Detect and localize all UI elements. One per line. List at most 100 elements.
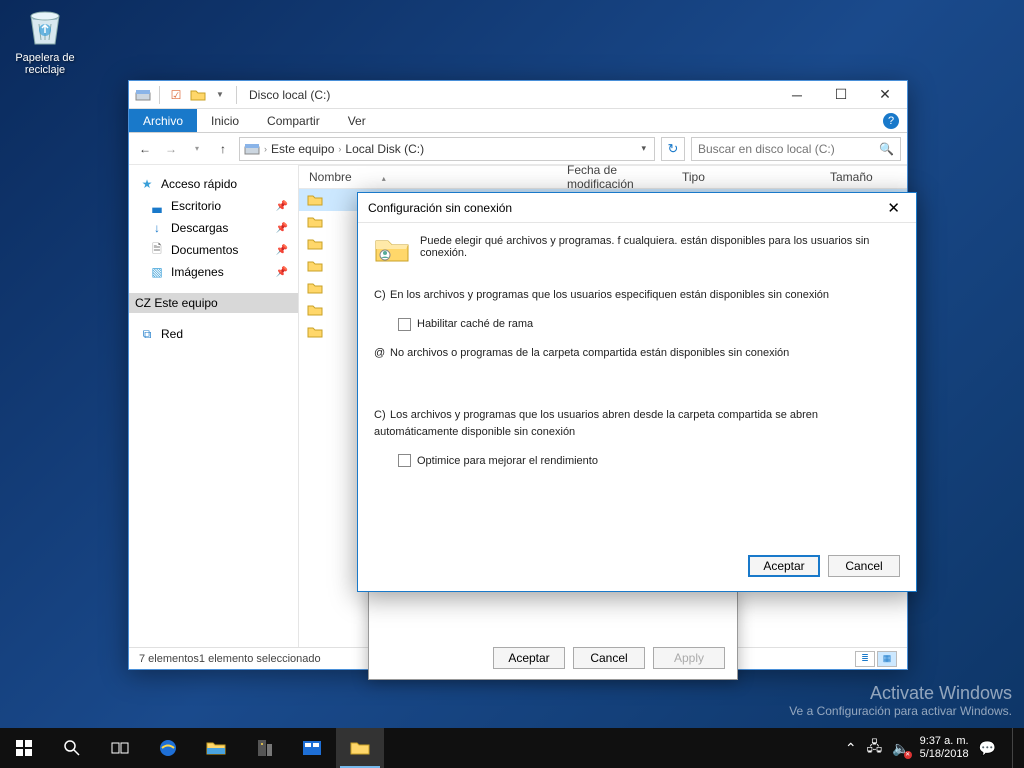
refresh-button[interactable]: ↻ [661,137,685,161]
dialog-description: Puede elegir qué archivos y programas. f… [420,235,900,259]
start-button[interactable] [0,728,48,768]
sidebar-pictures[interactable]: ▧ Imágenes 📌 [129,261,298,283]
taskbar: ⌃ 🖧 🔈✕ 9:37 a. m. 5/18/2018 💬 [0,728,1024,768]
windows-icon [16,740,32,756]
qat-folder-icon[interactable] [188,86,208,104]
close-button[interactable]: ✕ [863,81,907,109]
sidebar-quick-access[interactable]: ★ Acceso rápido [129,173,298,195]
breadcrumb-leaf[interactable]: Local Disk (C:) [341,142,428,156]
ie-icon [157,737,179,759]
download-icon: ↓ [149,220,165,236]
tab-file[interactable]: Archivo [129,109,197,132]
props-apply-button: Apply [653,647,725,669]
dialog-titlebar: Configuración sin conexión ✕ [358,193,916,223]
trash-icon [21,2,69,50]
navbar: ← → ▾ ↑ › Este equipo › Local Disk (C:) … [129,133,907,165]
system-tray: ⌃ 🖧 🔈✕ 9:37 a. m. 5/18/2018 💬 [845,728,1024,768]
col-type[interactable]: Tipo [672,170,820,184]
taskview-button[interactable] [96,728,144,768]
pin-icon: 📌 [276,201,288,212]
breadcrumb-root[interactable]: Este equipo [267,142,338,156]
taskbar-server[interactable] [240,728,288,768]
document-icon: 🗎 [149,242,165,258]
props-accept-button[interactable]: Aceptar [493,647,565,669]
sidebar-documents[interactable]: 🗎 Documentos 📌 [129,239,298,261]
forward-button[interactable]: → [161,139,181,159]
clock[interactable]: 9:37 a. m. 5/18/2018 [920,735,969,761]
folder-icon [307,259,323,273]
window-title: Disco local (C:) [249,88,330,102]
view-details-button[interactable]: ≣ [855,651,875,667]
search-button[interactable] [48,728,96,768]
col-name[interactable]: Nombre▴ [299,170,557,184]
recycle-bin[interactable]: Papelera de reciclaje [5,2,85,76]
option-2[interactable]: @No archivos o programas de la carpeta c… [374,345,900,362]
properties-dialog: Aceptar Cancel Apply [368,590,738,680]
dialog-title: Configuración sin conexión [368,201,512,215]
col-date[interactable]: Fecha de modificación [557,163,672,191]
show-desktop-button[interactable] [1012,728,1018,768]
sidebar-network[interactable]: ⧉ Red [129,323,298,345]
address-bar[interactable]: › Este equipo › Local Disk (C:) ▾ [239,137,655,161]
folder-icon [206,740,226,756]
taskbar-explorer-active[interactable] [336,728,384,768]
help-icon: ? [883,113,899,129]
tab-view[interactable]: Ver [334,109,380,132]
view-icons-button[interactable]: ▦ [877,651,897,667]
taskview-icon [111,741,129,755]
activate-watermark: Activate Windows Ve a Configuración para… [789,683,1012,718]
network-icon[interactable]: 🖧 [867,736,883,760]
folder-icon [307,193,323,207]
maximize-button[interactable]: ☐ [819,81,863,109]
option-3[interactable]: C)Los archivos y programas que los usuar… [374,407,900,440]
back-button[interactable]: ← [135,139,155,159]
pin-icon: 📌 [276,267,288,278]
status-text: 7 elementos1 elemento seleccionado [139,653,321,665]
taskbar-explorer[interactable] [192,728,240,768]
up-button[interactable]: ↑ [213,139,233,159]
dialog-cancel-button[interactable]: Cancel [828,555,900,577]
volume-icon[interactable]: 🔈✕ [892,740,909,757]
dialog-accept-button[interactable]: Aceptar [748,555,820,577]
folder-share-icon [374,235,410,265]
minimize-button[interactable]: ─ [775,81,819,109]
pin-icon: 📌 [276,223,288,234]
titlebar: ☑ ▼ Disco local (C:) ─ ☐ ✕ [129,81,907,109]
star-icon: ★ [139,176,155,192]
help-button[interactable]: ? [883,109,899,132]
dialog-close-button[interactable]: ✕ [881,197,906,219]
checkbox-optimize[interactable]: Optimice para mejorar el rendimiento [398,454,900,467]
search-icon: 🔍 [879,142,894,156]
col-size[interactable]: Tamaño [820,170,900,184]
ribbon: Archivo Inicio Compartir Ver ? [129,109,907,133]
checkbox-branch-cache[interactable]: Habilitar caché de rama [398,318,900,331]
option-1[interactable]: C)En los archivos y programas que los us… [374,287,900,304]
search-box[interactable]: 🔍 [691,137,901,161]
server-icon [254,738,274,758]
drive-icon [133,86,153,104]
control-panel-icon [302,740,322,756]
recent-dropdown[interactable]: ▾ [187,139,207,159]
qat-dropdown-icon[interactable]: ▼ [210,86,230,104]
picture-icon: ▧ [149,264,165,280]
desktop-icon: ▃ [149,198,165,214]
tray-chevron-icon[interactable]: ⌃ [845,740,857,757]
sidebar-downloads[interactable]: ↓ Descargas 📌 [129,217,298,239]
tab-home[interactable]: Inicio [197,109,253,132]
sidebar-desktop[interactable]: ▃ Escritorio 📌 [129,195,298,217]
sidebar: ★ Acceso rápido ▃ Escritorio 📌 ↓ Descarg… [129,165,299,647]
folder-icon [307,325,323,339]
column-headers: Nombre▴ Fecha de modificación Tipo Tamañ… [299,165,907,189]
taskbar-ie[interactable] [144,728,192,768]
qat-properties-icon[interactable]: ☑ [166,86,186,104]
address-dropdown[interactable]: ▾ [637,143,650,154]
tab-share[interactable]: Compartir [253,109,334,132]
props-cancel-button[interactable]: Cancel [573,647,645,669]
notification-icon[interactable]: 💬 [979,740,996,757]
drive-icon [244,142,260,156]
search-input[interactable] [698,142,879,156]
pin-icon: 📌 [276,245,288,256]
taskbar-settings[interactable] [288,728,336,768]
sidebar-thispc[interactable]: CZ Este equipo [129,293,298,313]
folder-icon [307,303,323,317]
